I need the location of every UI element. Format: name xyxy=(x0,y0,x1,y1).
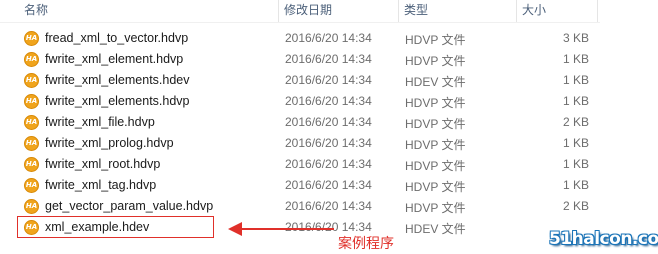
file-date: 2016/6/20 14:34 xyxy=(285,199,372,213)
halcon-file-icon: HA xyxy=(24,94,39,109)
file-name: get_vector_param_value.hdvp xyxy=(45,199,214,213)
column-header-date[interactable]: 修改日期 xyxy=(279,0,398,22)
highlight-box xyxy=(17,216,214,238)
file-size: 2 KB xyxy=(562,199,589,213)
watermark-logo: 51halcon.com xyxy=(549,229,658,249)
file-name: fwrite_xml_file.hdvp xyxy=(45,115,155,129)
file-type: HDVP 文件 xyxy=(405,180,466,194)
halcon-file-icon: HA xyxy=(24,157,39,172)
file-size: 1 KB xyxy=(562,73,589,87)
file-name: fwrite_xml_elements.hdvp xyxy=(45,94,190,108)
file-name: fwrite_xml_elements.hdev xyxy=(45,73,190,87)
file-type: HDVP 文件 xyxy=(405,54,466,68)
halcon-file-icon: HA xyxy=(24,178,39,193)
file-row[interactable]: HA fread_xml_to_vector.hdvp 2016/6/20 14… xyxy=(0,28,600,49)
halcon-file-icon: HA xyxy=(24,115,39,130)
file-row[interactable]: HA fwrite_xml_tag.hdvp 2016/6/20 14:34 H… xyxy=(0,175,600,196)
file-type: HDVP 文件 xyxy=(405,117,466,131)
file-date: 2016/6/20 14:34 xyxy=(285,31,372,45)
file-type: HDVP 文件 xyxy=(405,138,466,152)
halcon-file-icon: HA xyxy=(24,136,39,151)
file-size: 2 KB xyxy=(562,115,589,129)
file-date: 2016/6/20 14:34 xyxy=(285,178,372,192)
file-size: 1 KB xyxy=(562,94,589,108)
file-row[interactable]: HA fwrite_xml_elements.hdev 2016/6/20 14… xyxy=(0,70,600,91)
column-header-type[interactable]: 类型 xyxy=(399,0,516,22)
file-date: 2016/6/20 14:34 xyxy=(285,52,372,66)
file-type: HDEV 文件 xyxy=(405,222,466,236)
column-header-name[interactable]: 名称 xyxy=(19,0,278,22)
file-list: HA fread_xml_to_vector.hdvp 2016/6/20 14… xyxy=(0,28,600,238)
halcon-file-icon: HA xyxy=(24,199,39,214)
file-type: HDVP 文件 xyxy=(405,33,466,47)
file-type: HDEV 文件 xyxy=(405,75,466,89)
column-header-bar: 名称 修改日期 类型 大小 xyxy=(0,0,658,22)
file-row[interactable]: HA fwrite_xml_root.hdvp 2016/6/20 14:34 … xyxy=(0,154,600,175)
halcon-file-icon: HA xyxy=(24,31,39,46)
halcon-file-icon: HA xyxy=(24,52,39,67)
file-size: 1 KB xyxy=(562,157,589,171)
header-divider xyxy=(0,22,600,23)
file-date: 2016/6/20 14:34 xyxy=(285,115,372,129)
file-size: 1 KB xyxy=(562,178,589,192)
file-type: HDVP 文件 xyxy=(405,96,466,110)
column-divider[interactable] xyxy=(597,0,598,22)
file-date: 2016/6/20 14:34 xyxy=(285,94,372,108)
file-row[interactable]: HA fwrite_xml_elements.hdvp 2016/6/20 14… xyxy=(0,91,600,112)
file-type: HDVP 文件 xyxy=(405,201,466,215)
annotation-label: 案例程序 xyxy=(338,236,394,252)
file-row[interactable]: HA fwrite_xml_element.hdvp 2016/6/20 14:… xyxy=(0,49,600,70)
file-name: fwrite_xml_prolog.hdvp xyxy=(45,136,174,150)
halcon-file-icon: HA xyxy=(24,73,39,88)
file-size: 1 KB xyxy=(562,136,589,150)
file-size: 1 KB xyxy=(562,52,589,66)
file-row[interactable]: HA get_vector_param_value.hdvp 2016/6/20… xyxy=(0,196,600,217)
file-name: fwrite_xml_tag.hdvp xyxy=(45,178,157,192)
file-name: fread_xml_to_vector.hdvp xyxy=(45,31,189,45)
column-header-size[interactable]: 大小 xyxy=(517,0,597,22)
file-row[interactable]: HA fwrite_xml_file.hdvp 2016/6/20 14:34 … xyxy=(0,112,600,133)
annotation-arrow-icon xyxy=(228,222,334,236)
file-date: 2016/6/20 14:34 xyxy=(285,136,372,150)
file-row[interactable]: HA fwrite_xml_prolog.hdvp 2016/6/20 14:3… xyxy=(0,133,600,154)
file-date: 2016/6/20 14:34 xyxy=(285,73,372,87)
file-date: 2016/6/20 14:34 xyxy=(285,157,372,171)
file-type: HDVP 文件 xyxy=(405,159,466,173)
file-name: fwrite_xml_element.hdvp xyxy=(45,52,184,66)
file-size: 3 KB xyxy=(562,31,589,45)
file-name: fwrite_xml_root.hdvp xyxy=(45,157,161,171)
